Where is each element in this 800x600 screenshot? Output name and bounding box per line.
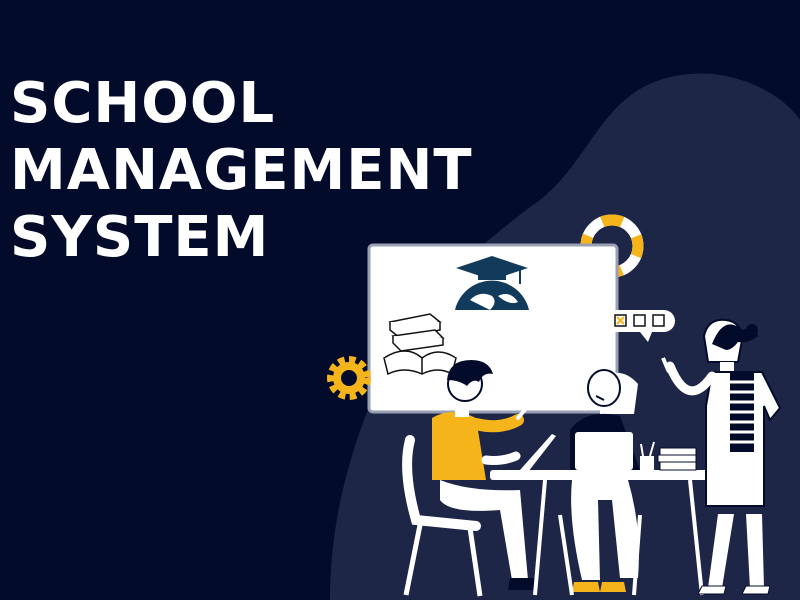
title-line-1: SCHOOL <box>10 71 276 136</box>
title-line-2: MANAGEMENT <box>10 138 473 203</box>
page-title: SCHOOL MANAGEMENT SYSTEM <box>10 70 473 271</box>
gear-icon <box>327 356 371 400</box>
title-line-3: SYSTEM <box>10 205 270 270</box>
